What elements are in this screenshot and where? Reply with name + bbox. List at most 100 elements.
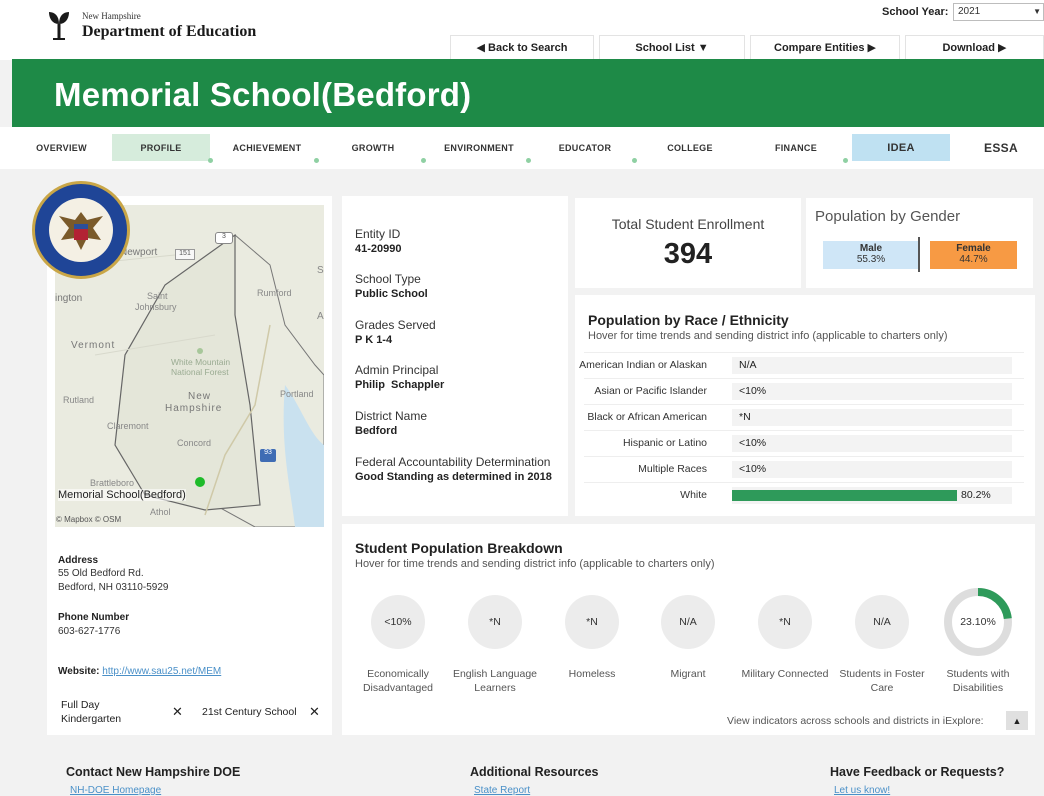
tab-environment[interactable]: ENVIRONMENT [430,134,531,163]
race-label: Asian or Pacific Islander [594,385,707,397]
indicator-ring-disabilities[interactable]: 23.10% [943,587,1013,657]
tab-finance-label: FINANCE [774,142,818,153]
indicator-circle[interactable]: N/A [855,595,909,649]
school-type-label: School Type [355,272,421,286]
map-road-shield: 151 [175,249,195,260]
tab-finance[interactable]: FINANCE [747,134,848,163]
race-bar-white [732,490,957,501]
race-value: <10% [739,437,767,449]
breakdown-subtitle: Hover for time trends and sending distri… [355,558,715,570]
iexplore-button[interactable]: ▲ [1006,711,1028,730]
address-label: Address [58,555,99,566]
race-bar-track [732,409,1012,426]
map-label: Rumford [257,288,292,298]
race-row[interactable]: Black or African American *N [584,404,1024,430]
tab-essa[interactable]: ESSA [958,134,1044,161]
map-label: S [317,265,324,276]
phone-label: Phone Number [58,612,130,623]
race-bar-track [732,435,1012,452]
indicator-label-line: Care [870,682,894,694]
school-year-label: School Year: [882,6,949,18]
address-line2: Bedford, NH 03110-5929 [58,582,169,593]
tab-educator-label: EDUCATOR [558,142,612,153]
org-department-name: Department of Education [82,23,257,40]
map-label: Hampshire [165,403,223,414]
tab-profile[interactable]: PROFILE [112,134,213,163]
district-name-value: Bedford [355,425,398,437]
indicator-label: Students with Disabilities [923,667,1033,695]
footer-homepage-link[interactable]: NH-DOE Homepage [70,785,161,796]
gender-title: Population by Gender [815,208,961,225]
footer-state-report-link[interactable]: State Report [474,785,530,796]
back-to-search-button[interactable]: ◀ Back to Search [450,35,594,59]
indicator-circle[interactable]: <10% [371,595,425,649]
map-label: Portland [280,389,314,399]
indicator-circle[interactable]: *N [468,595,522,649]
map-label: Brattleboro [90,478,135,488]
gender-male-label: Male [859,243,883,254]
website-link[interactable]: http://www.sau25.net/MEM [102,666,221,677]
indicator-circle[interactable]: *N [758,595,812,649]
tab-idea[interactable]: IDEA [852,134,950,161]
map-attribution: © Mapbox © OSM [56,515,122,524]
tab-college[interactable]: COLLEGE [641,134,739,161]
indicator-label-line: Learners [474,682,516,694]
compare-entities-button[interactable]: Compare Entities ▶ [750,35,900,59]
map-label: Johnsbury [135,302,177,312]
map-road-shield: 3 [215,232,233,244]
race-label: American Indian or Alaskan [579,359,707,371]
indicator-label-line: Disadvantaged [362,682,434,694]
map-label: Vermont [71,340,116,351]
indicator-label-line: Homeless [568,668,616,680]
race-subtitle: Hover for time trends and sending distri… [588,330,948,342]
entity-id-value: 41-20990 [355,243,402,255]
gender-male-block[interactable]: Male 55.3% [823,241,919,269]
indicator-circle[interactable]: N/A [661,595,715,649]
gender-female-block[interactable]: Female 44.7% [930,241,1017,269]
school-list-button[interactable]: School List ▼ [599,35,745,59]
tab-achievement-label: ACHIEVEMENT [232,142,302,153]
race-row[interactable]: American Indian or Alaskan N/A [579,352,1024,378]
map-label: National Forest [171,367,229,377]
tab-indicator-dot [843,158,848,163]
website-row: Website: http://www.sau25.net/MEM [58,666,221,677]
download-button[interactable]: Download ▶ [905,35,1044,59]
map-label: Saint [147,291,168,301]
race-row[interactable]: White 80.2% [584,482,1024,508]
admin-principal-label: Admin Principal [355,363,439,377]
indicator-label-line: English Language [452,668,538,680]
enrollment-value: 394 [663,238,713,270]
map-label: Athol [150,507,171,517]
race-row[interactable]: Asian or Pacific Islander <10% [584,378,1024,404]
federal-accountability-label: Federal Accountability Determination [355,455,551,469]
indicator-label-line: Students in Foster [839,668,925,680]
sprout-logo-icon [49,12,69,40]
tab-educator[interactable]: EDUCATOR [536,134,637,163]
us-department-of-education-seal [32,181,130,279]
website-label: Website: [58,666,100,677]
tab-environment-label: ENVIRONMENT [444,142,514,153]
indicator-label-line: Migrant [670,668,706,680]
entity-id-label: Entity ID [355,227,401,241]
race-label: White [680,489,707,501]
tab-indicator-dot [421,158,426,163]
map-label: New [188,391,212,402]
race-bar-track [732,357,1012,374]
school-banner: Memorial School(Bedford) [12,59,1044,127]
race-label: Multiple Races [638,463,707,475]
race-label: Hispanic or Latino [622,437,707,449]
section-tabs: OVERVIEW PROFILE ACHIEVEMENT GROWTH ENVI… [0,127,1044,169]
indicator-label: Economically Disadvantaged [343,667,453,695]
21st-century-school-label: 21st Century School [202,706,297,718]
tab-overview[interactable]: OVERVIEW [14,134,109,161]
race-row[interactable]: Multiple Races <10% [584,456,1024,482]
map-label: ington [55,293,83,304]
chevron-down-icon: ▼ [1033,7,1041,16]
indicator-circle[interactable]: *N [565,595,619,649]
race-row[interactable]: Hispanic or Latino <10% [584,430,1024,456]
full-day-kindergarten-label: Full Day Kindergarten [61,698,121,726]
tab-achievement[interactable]: ACHIEVEMENT [218,134,319,163]
footer-feedback-link[interactable]: Let us know! [834,785,890,796]
tab-growth[interactable]: GROWTH [323,134,426,163]
school-year-select[interactable]: 2021 ▼ [953,3,1044,21]
